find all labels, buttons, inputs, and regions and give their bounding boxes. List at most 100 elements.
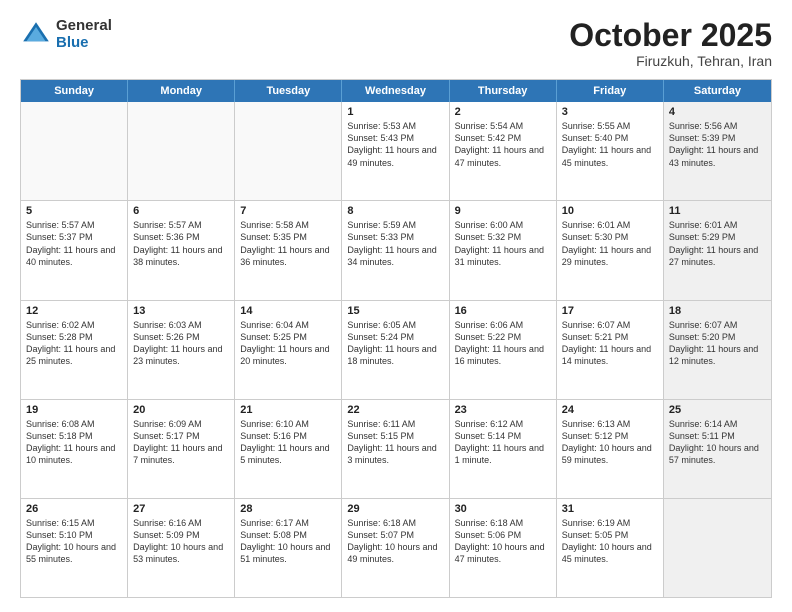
day-cell: 10Sunrise: 6:01 AM Sunset: 5:30 PM Dayli… bbox=[557, 201, 664, 299]
day-number: 21 bbox=[240, 404, 336, 416]
day-cell: 29 Sunrise: 6:18 AM Sunset: 5:07 PM Dayli… bbox=[342, 499, 449, 597]
day-cell: 22Sunrise: 6:11 AM Sunset: 5:15 PM Dayli… bbox=[342, 400, 449, 498]
day-cell: 19 Sunrise: 6:08 AM Sunset: 5:18 PM Dayli… bbox=[21, 400, 128, 498]
day-info: Sunrise: 5:54 AM Sunset: 5:42 PM Dayligh… bbox=[455, 120, 551, 169]
day-info: Sunrise: 6:00 AM Sunset: 5:32 PM Dayligh… bbox=[455, 219, 551, 268]
day-cell: 17 Sunrise: 6:07 AM Sunset: 5:21 PM Dayli… bbox=[557, 301, 664, 399]
week-row-3: 12 Sunrise: 6:02 AM Sunset: 5:28 PM Dayli… bbox=[21, 300, 771, 399]
week-row-1: 1Sunrise: 5:53 AM Sunset: 5:43 PM Daylig… bbox=[21, 102, 771, 200]
day-number: 9 bbox=[455, 205, 551, 217]
day-header-tuesday: Tuesday bbox=[235, 80, 342, 102]
day-number: 18 bbox=[669, 305, 766, 317]
day-cell: 18 Sunrise: 6:07 AM Sunset: 5:20 PM Dayli… bbox=[664, 301, 771, 399]
day-number: 7 bbox=[240, 205, 336, 217]
day-info: Sunrise: 6:18 AM Sunset: 5:06 PM Dayligh… bbox=[455, 517, 551, 566]
day-cell: 9 Sunrise: 6:00 AM Sunset: 5:32 PM Daylig… bbox=[450, 201, 557, 299]
day-info: Sunrise: 6:16 AM Sunset: 5:09 PM Dayligh… bbox=[133, 517, 229, 566]
day-cell: 6 Sunrise: 5:57 AM Sunset: 5:36 PM Daylig… bbox=[128, 201, 235, 299]
day-info: Sunrise: 5:55 AM Sunset: 5:40 PM Dayligh… bbox=[562, 120, 658, 169]
day-number: 3 bbox=[562, 106, 658, 118]
day-number: 26 bbox=[26, 503, 122, 515]
day-number: 12 bbox=[26, 305, 122, 317]
day-number: 8 bbox=[347, 205, 443, 217]
day-cell: 26 Sunrise: 6:15 AM Sunset: 5:10 PM Dayli… bbox=[21, 499, 128, 597]
day-number: 24 bbox=[562, 404, 658, 416]
title-block: October 2025 Firuzkuh, Tehran, Iran bbox=[569, 18, 772, 69]
day-number: 27 bbox=[133, 503, 229, 515]
week-row-5: 26 Sunrise: 6:15 AM Sunset: 5:10 PM Dayli… bbox=[21, 498, 771, 597]
day-header-thursday: Thursday bbox=[450, 80, 557, 102]
day-number: 28 bbox=[240, 503, 336, 515]
day-info: Sunrise: 6:19 AM Sunset: 5:05 PM Dayligh… bbox=[562, 517, 658, 566]
day-number: 31 bbox=[562, 503, 658, 515]
day-info: Sunrise: 5:58 AM Sunset: 5:35 PM Dayligh… bbox=[240, 219, 336, 268]
day-cell: 28 Sunrise: 6:17 AM Sunset: 5:08 PM Dayli… bbox=[235, 499, 342, 597]
logo-text: General Blue bbox=[56, 18, 112, 51]
day-number: 22 bbox=[347, 404, 443, 416]
day-cell: 2 Sunrise: 5:54 AM Sunset: 5:42 PM Daylig… bbox=[450, 102, 557, 200]
day-number: 30 bbox=[455, 503, 551, 515]
day-cell: 1Sunrise: 5:53 AM Sunset: 5:43 PM Daylig… bbox=[342, 102, 449, 200]
day-cell: 14Sunrise: 6:04 AM Sunset: 5:25 PM Dayli… bbox=[235, 301, 342, 399]
day-cell: 24 Sunrise: 6:13 AM Sunset: 5:12 PM Dayli… bbox=[557, 400, 664, 498]
day-header-friday: Friday bbox=[557, 80, 664, 102]
day-info: Sunrise: 6:13 AM Sunset: 5:12 PM Dayligh… bbox=[562, 418, 658, 467]
day-headers: SundayMondayTuesdayWednesdayThursdayFrid… bbox=[21, 80, 771, 102]
day-number: 5 bbox=[26, 205, 122, 217]
logo-blue-label: Blue bbox=[56, 35, 112, 52]
day-info: Sunrise: 6:18 AM Sunset: 5:07 PM Dayligh… bbox=[347, 517, 443, 566]
day-number: 29 bbox=[347, 503, 443, 515]
day-cell: 4 Sunrise: 5:56 AM Sunset: 5:39 PM Daylig… bbox=[664, 102, 771, 200]
day-number: 2 bbox=[455, 106, 551, 118]
day-cell: 27 Sunrise: 6:16 AM Sunset: 5:09 PM Dayli… bbox=[128, 499, 235, 597]
day-cell: 21 Sunrise: 6:10 AM Sunset: 5:16 PM Dayli… bbox=[235, 400, 342, 498]
day-cell bbox=[128, 102, 235, 200]
day-cell: 31 Sunrise: 6:19 AM Sunset: 5:05 PM Dayli… bbox=[557, 499, 664, 597]
page: General Blue October 2025 Firuzkuh, Tehr… bbox=[0, 0, 792, 612]
day-cell: 5 Sunrise: 5:57 AM Sunset: 5:37 PM Daylig… bbox=[21, 201, 128, 299]
day-info: Sunrise: 5:57 AM Sunset: 5:36 PM Dayligh… bbox=[133, 219, 229, 268]
day-cell: 8 Sunrise: 5:59 AM Sunset: 5:33 PM Daylig… bbox=[342, 201, 449, 299]
day-number: 19 bbox=[26, 404, 122, 416]
day-info: Sunrise: 6:08 AM Sunset: 5:18 PM Dayligh… bbox=[26, 418, 122, 467]
day-cell: 23Sunrise: 6:12 AM Sunset: 5:14 PM Dayli… bbox=[450, 400, 557, 498]
day-info: Sunrise: 5:57 AM Sunset: 5:37 PM Dayligh… bbox=[26, 219, 122, 268]
day-info: Sunrise: 6:06 AM Sunset: 5:22 PM Dayligh… bbox=[455, 319, 551, 368]
day-number: 13 bbox=[133, 305, 229, 317]
day-number: 11 bbox=[669, 205, 766, 217]
calendar-body: 1Sunrise: 5:53 AM Sunset: 5:43 PM Daylig… bbox=[21, 102, 771, 597]
day-info: Sunrise: 5:56 AM Sunset: 5:39 PM Dayligh… bbox=[669, 120, 766, 169]
day-cell: 11 Sunrise: 6:01 AM Sunset: 5:29 PM Dayli… bbox=[664, 201, 771, 299]
day-info: Sunrise: 6:10 AM Sunset: 5:16 PM Dayligh… bbox=[240, 418, 336, 467]
day-number: 6 bbox=[133, 205, 229, 217]
day-info: Sunrise: 5:59 AM Sunset: 5:33 PM Dayligh… bbox=[347, 219, 443, 268]
day-cell bbox=[664, 499, 771, 597]
day-number: 20 bbox=[133, 404, 229, 416]
day-cell: 13 Sunrise: 6:03 AM Sunset: 5:26 PM Dayli… bbox=[128, 301, 235, 399]
day-number: 10 bbox=[562, 205, 658, 217]
subtitle: Firuzkuh, Tehran, Iran bbox=[569, 53, 772, 69]
day-number: 16 bbox=[455, 305, 551, 317]
logo-icon bbox=[20, 19, 52, 51]
day-info: Sunrise: 6:07 AM Sunset: 5:21 PM Dayligh… bbox=[562, 319, 658, 368]
day-cell: 30 Sunrise: 6:18 AM Sunset: 5:06 PM Dayli… bbox=[450, 499, 557, 597]
day-info: Sunrise: 6:15 AM Sunset: 5:10 PM Dayligh… bbox=[26, 517, 122, 566]
day-cell bbox=[235, 102, 342, 200]
day-number: 4 bbox=[669, 106, 766, 118]
day-header-saturday: Saturday bbox=[664, 80, 771, 102]
day-info: Sunrise: 6:12 AM Sunset: 5:14 PM Dayligh… bbox=[455, 418, 551, 467]
day-info: Sunrise: 6:07 AM Sunset: 5:20 PM Dayligh… bbox=[669, 319, 766, 368]
day-cell bbox=[21, 102, 128, 200]
day-number: 1 bbox=[347, 106, 443, 118]
day-cell: 20Sunrise: 6:09 AM Sunset: 5:17 PM Dayli… bbox=[128, 400, 235, 498]
day-info: Sunrise: 6:02 AM Sunset: 5:28 PM Dayligh… bbox=[26, 319, 122, 368]
day-header-monday: Monday bbox=[128, 80, 235, 102]
day-info: Sunrise: 6:01 AM Sunset: 5:29 PM Dayligh… bbox=[669, 219, 766, 268]
calendar: SundayMondayTuesdayWednesdayThursdayFrid… bbox=[20, 79, 772, 598]
day-cell: 12 Sunrise: 6:02 AM Sunset: 5:28 PM Dayli… bbox=[21, 301, 128, 399]
day-info: Sunrise: 6:05 AM Sunset: 5:24 PM Dayligh… bbox=[347, 319, 443, 368]
day-info: Sunrise: 6:03 AM Sunset: 5:26 PM Dayligh… bbox=[133, 319, 229, 368]
day-cell: 16 Sunrise: 6:06 AM Sunset: 5:22 PM Dayli… bbox=[450, 301, 557, 399]
day-info: Sunrise: 6:17 AM Sunset: 5:08 PM Dayligh… bbox=[240, 517, 336, 566]
day-number: 17 bbox=[562, 305, 658, 317]
